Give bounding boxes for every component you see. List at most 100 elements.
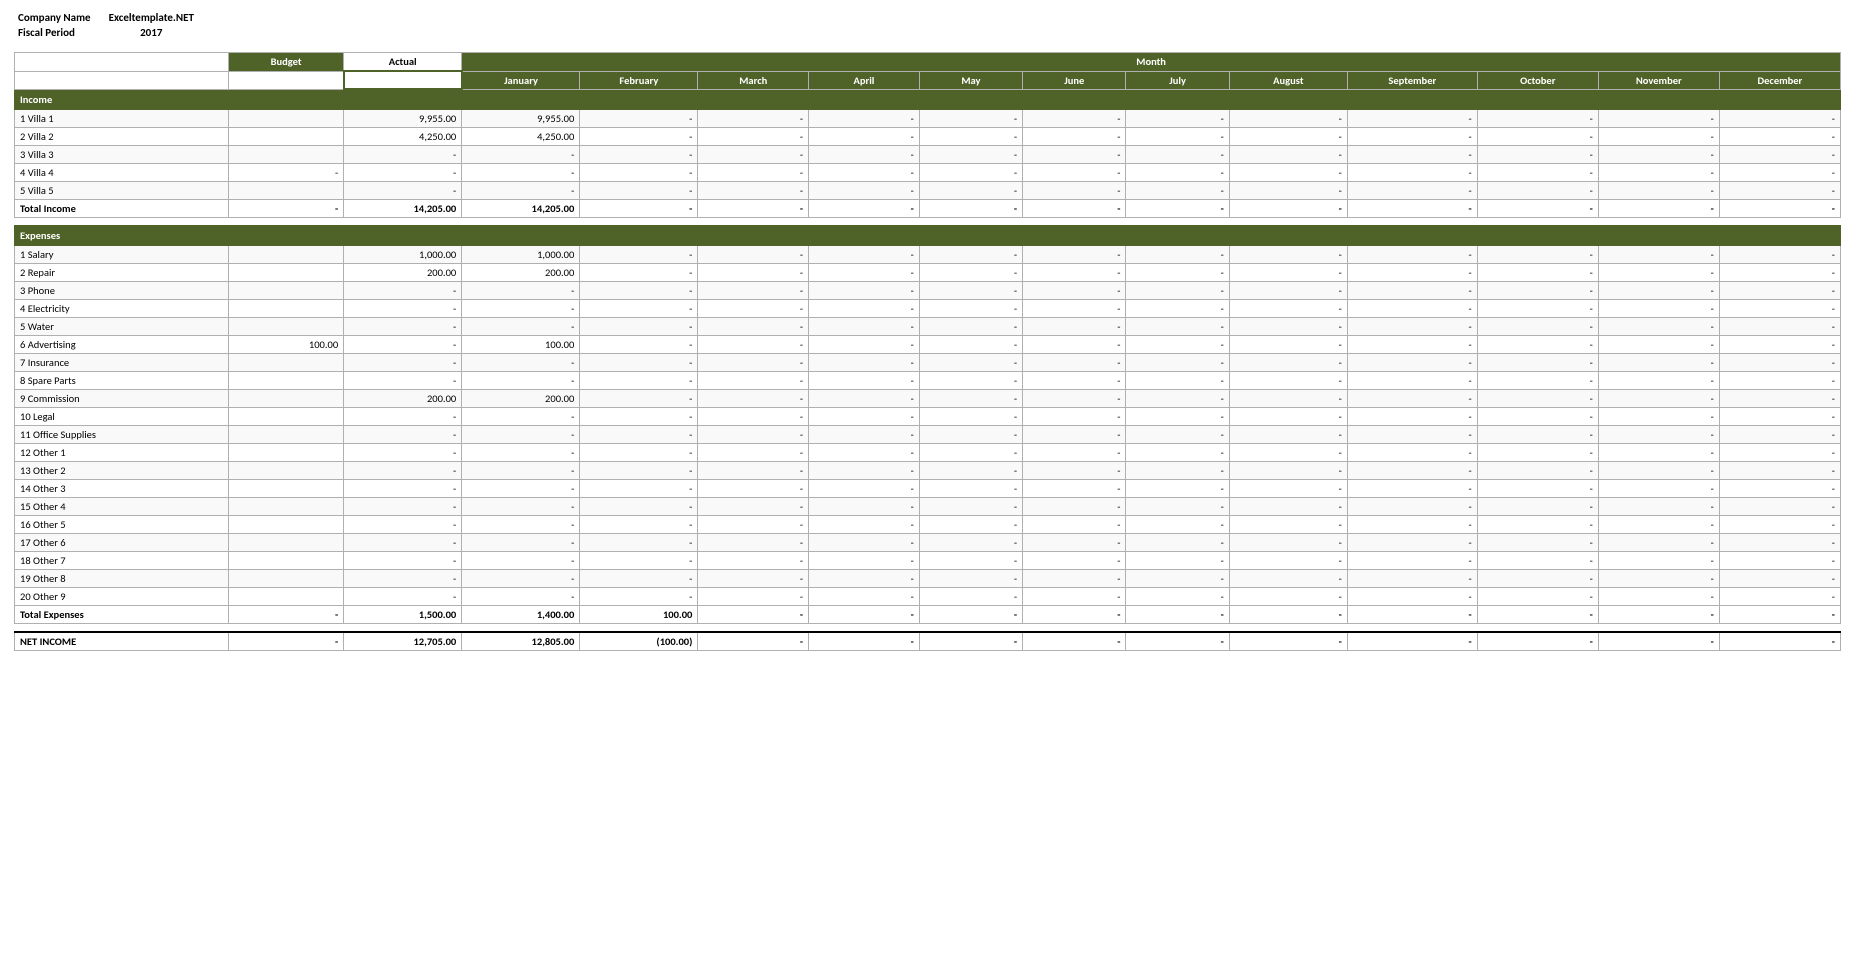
cell-nov: -: [1598, 110, 1719, 128]
cell-nov: -: [1598, 462, 1719, 480]
cell-jun: -: [1023, 606, 1126, 624]
cell-actual: 9,955.00: [344, 110, 462, 128]
data-row: 2 Repair200.00200.00-----------: [15, 264, 1841, 282]
cell-aug: -: [1229, 246, 1347, 264]
cell-feb: -: [580, 588, 698, 606]
company-name-value: Exceltemplate.NET: [105, 10, 198, 25]
spacer-row: [15, 218, 1841, 226]
cell-apr: -: [809, 588, 920, 606]
row-label: 6 Advertising: [15, 336, 229, 354]
cell-may: -: [919, 182, 1022, 200]
cell-aug: -: [1229, 200, 1347, 218]
cell-apr: -: [809, 408, 920, 426]
cell-jan: -: [462, 408, 580, 426]
cell-dec: -: [1719, 354, 1840, 372]
cell-oct: -: [1477, 462, 1598, 480]
cell-may: -: [919, 110, 1022, 128]
cell-may: -: [919, 534, 1022, 552]
cell-jun: -: [1023, 426, 1126, 444]
cell-dec: -: [1719, 282, 1840, 300]
cell-jul: -: [1126, 146, 1229, 164]
cell-may: -: [919, 552, 1022, 570]
cell-jan: -: [462, 516, 580, 534]
net-income-jan: 12,805.00: [462, 632, 580, 651]
row-label: 7 Insurance: [15, 354, 229, 372]
cell-mar: -: [698, 426, 809, 444]
cell-budget: [229, 588, 344, 606]
cell-mar: -: [698, 128, 809, 146]
cell-sep: -: [1347, 146, 1477, 164]
cell-aug: -: [1229, 146, 1347, 164]
row-label: 14 Other 3: [15, 480, 229, 498]
cell-apr: -: [809, 336, 920, 354]
cell-apr: -: [809, 534, 920, 552]
cell-sep: -: [1347, 606, 1477, 624]
cell-apr: -: [809, 498, 920, 516]
row-label: 4 Electricity: [15, 300, 229, 318]
cell-oct: -: [1477, 516, 1598, 534]
cell-jul: -: [1126, 480, 1229, 498]
cell-may: -: [919, 390, 1022, 408]
data-row: 7 Insurance-------------: [15, 354, 1841, 372]
cell-feb: -: [580, 318, 698, 336]
net-income-actual: 12,705.00: [344, 632, 462, 651]
cell-apr: -: [809, 462, 920, 480]
net-income-dec: -: [1719, 632, 1840, 651]
row-label: 8 Spare Parts: [15, 372, 229, 390]
cell-actual: -: [344, 318, 462, 336]
cell-nov: -: [1598, 182, 1719, 200]
cell-sep: -: [1347, 426, 1477, 444]
cell-dec: -: [1719, 264, 1840, 282]
row-label: 16 Other 5: [15, 516, 229, 534]
cell-dec: -: [1719, 246, 1840, 264]
cell-jan: -: [462, 146, 580, 164]
cell-nov: -: [1598, 200, 1719, 218]
cell-aug: -: [1229, 516, 1347, 534]
cell-aug: -: [1229, 164, 1347, 182]
cell-may: -: [919, 372, 1022, 390]
cell-mar: -: [698, 552, 809, 570]
cell-aug: -: [1229, 128, 1347, 146]
cell-may: -: [919, 354, 1022, 372]
cell-oct: -: [1477, 336, 1598, 354]
cell-oct: -: [1477, 182, 1598, 200]
cell-aug: -: [1229, 480, 1347, 498]
cell-sep: -: [1347, 408, 1477, 426]
cell-mar: -: [698, 372, 809, 390]
cell-actual: -: [344, 552, 462, 570]
fiscal-period-value: 2017: [105, 25, 198, 40]
cell-oct: -: [1477, 498, 1598, 516]
cell-aug: -: [1229, 408, 1347, 426]
cell-jul: -: [1126, 264, 1229, 282]
data-row: 8 Spare Parts-------------: [15, 372, 1841, 390]
cell-nov: -: [1598, 264, 1719, 282]
cell-actual: 1,500.00: [344, 606, 462, 624]
cell-nov: -: [1598, 390, 1719, 408]
data-row: 13 Other 2-------------: [15, 462, 1841, 480]
page: Company Name Exceltemplate.NET Fiscal Pe…: [0, 0, 1855, 661]
cell-dec: -: [1719, 552, 1840, 570]
feb-header: February: [580, 71, 698, 89]
cell-feb: -: [580, 300, 698, 318]
empty-th2: [15, 71, 229, 89]
budget-header: Budget: [229, 53, 344, 72]
cell-apr: -: [809, 164, 920, 182]
cell-dec: -: [1719, 182, 1840, 200]
data-row: 5 Water-------------: [15, 318, 1841, 336]
expenses-section-header: Expenses: [15, 226, 1841, 246]
cell-jul: -: [1126, 372, 1229, 390]
cell-jan: -: [462, 300, 580, 318]
cell-budget: [229, 462, 344, 480]
cell-dec: -: [1719, 588, 1840, 606]
cell-feb: -: [580, 444, 698, 462]
cell-sep: -: [1347, 480, 1477, 498]
cell-apr: -: [809, 110, 920, 128]
cell-sep: -: [1347, 372, 1477, 390]
cell-may: -: [919, 282, 1022, 300]
row-label: 19 Other 8: [15, 570, 229, 588]
net-income-nov: -: [1598, 632, 1719, 651]
cell-nov: -: [1598, 318, 1719, 336]
cell-feb: -: [580, 462, 698, 480]
row-label: 5 Villa 5: [15, 182, 229, 200]
expenses-header-label: Expenses: [15, 226, 1841, 246]
